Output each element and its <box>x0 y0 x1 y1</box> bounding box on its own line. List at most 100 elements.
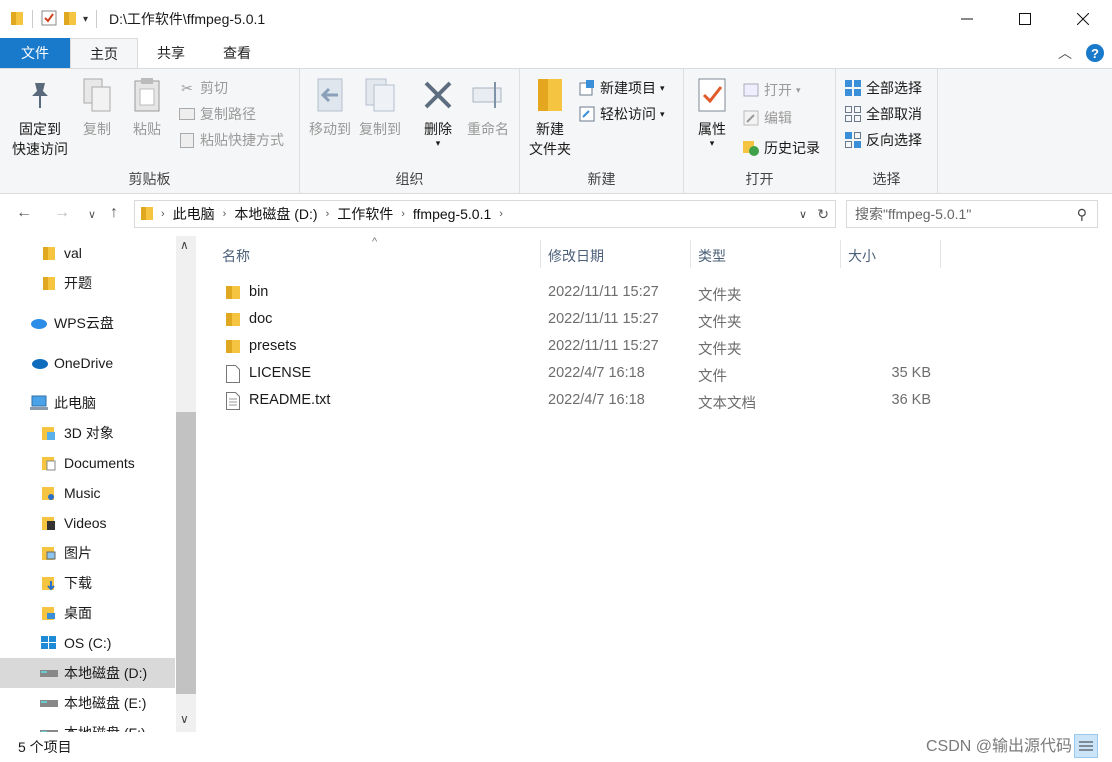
scroll-up-icon[interactable]: ∧ <box>180 238 189 252</box>
tab-home[interactable]: 主页 <box>70 38 138 68</box>
column-header-name[interactable]: 名称 <box>222 246 250 266</box>
properties-dropdown-icon[interactable]: ▾ <box>710 139 715 148</box>
new-folder-button[interactable]: 新建 文件夹 <box>526 75 574 159</box>
back-arrow-icon[interactable]: ← <box>16 204 32 222</box>
breadcrumb-work-software[interactable]: 工作软件 <box>337 204 393 224</box>
folder-icon <box>141 205 153 224</box>
paste-shortcut-button[interactable]: 粘贴快捷方式 <box>178 129 284 151</box>
drive-icon <box>40 724 58 732</box>
drive-icon <box>40 664 58 682</box>
rename-icon <box>470 75 506 115</box>
navigation-pane: val 开题 WPS云盘 OneDrive 此电脑 3D 对象 Document… <box>0 236 196 732</box>
column-header-date[interactable]: 修改日期 <box>548 246 604 266</box>
customize-dropdown-icon[interactable]: ▾ <box>83 14 88 25</box>
nav-item-wps-cloud[interactable]: WPS云盘 <box>0 308 175 338</box>
nav-item-pictures[interactable]: 图片 <box>0 538 175 568</box>
easy-access-button[interactable]: 轻松访问 ▾ <box>578 103 665 125</box>
collapse-ribbon-icon[interactable]: ︿ <box>1058 43 1072 63</box>
videos-icon <box>40 514 58 532</box>
nav-item-videos[interactable]: Videos <box>0 508 175 538</box>
cut-button[interactable]: ✂ 剪切 <box>178 77 228 99</box>
close-button[interactable] <box>1054 0 1112 38</box>
breadcrumb-chevron-icon[interactable]: › <box>161 208 165 220</box>
history-button[interactable]: 历史记录 <box>742 137 820 159</box>
open-button[interactable]: 打开 ▾ <box>742 79 801 101</box>
details-view-icon[interactable] <box>1074 734 1098 758</box>
table-row[interactable]: LICENSE 2022/4/7 16:18 文件 35 KB <box>216 360 936 387</box>
search-icon[interactable]: ⚲ <box>1077 206 1087 223</box>
nav-item-this-pc[interactable]: 此电脑 <box>0 388 175 418</box>
search-input[interactable]: 搜索"ffmpeg-5.0.1" ⚲ <box>846 200 1098 228</box>
edit-button[interactable]: 编辑 <box>742 107 792 129</box>
forward-arrow-icon[interactable]: → <box>54 204 70 222</box>
title-bar: ▾ D:\工作软件\ffmpeg-5.0.1 <box>0 0 1112 38</box>
scissors-icon: ✂ <box>181 79 193 96</box>
copy-path-button[interactable]: 复制路径 <box>178 103 256 125</box>
nav-item-desktop[interactable]: 桌面 <box>0 598 175 628</box>
paste-button[interactable]: 粘贴 <box>126 75 168 139</box>
properties-check-icon[interactable] <box>41 10 57 29</box>
nav-item-3d-objects[interactable]: 3D 对象 <box>0 418 175 448</box>
group-label-clipboard: 剪贴板 <box>128 171 171 187</box>
up-arrow-icon[interactable]: ↑ <box>110 204 118 222</box>
nav-scrollbar-thumb[interactable] <box>176 412 196 694</box>
copy-button[interactable]: 复制 <box>76 75 118 139</box>
properties-button[interactable]: 属性 ▾ <box>690 75 734 148</box>
view-toggle <box>1074 734 1098 758</box>
downloads-icon <box>40 574 58 592</box>
invert-selection-button[interactable]: 反向选择 <box>844 129 922 151</box>
group-label-open: 打开 <box>745 171 774 187</box>
select-none-button[interactable]: 全部取消 <box>844 103 922 125</box>
nav-item-val[interactable]: val <box>0 238 175 268</box>
address-bar[interactable]: › 此电脑 › 本地磁盘 (D:) › 工作软件 › ffmpeg-5.0.1 … <box>134 200 836 228</box>
breadcrumb-chevron-icon[interactable]: › <box>401 208 405 220</box>
table-row[interactable]: bin 2022/11/11 15:27 文件夹 <box>216 279 936 306</box>
select-all-button[interactable]: 全部选择 <box>844 77 922 99</box>
pictures-icon <box>40 544 58 562</box>
tab-file[interactable]: 文件 <box>0 38 70 68</box>
maximize-button[interactable] <box>996 0 1054 38</box>
help-icon[interactable]: ? <box>1086 44 1104 62</box>
breadcrumb-drive-d[interactable]: 本地磁盘 (D:) <box>234 204 317 224</box>
column-header-size[interactable]: 大小 <box>848 246 876 266</box>
nav-item-drive-f[interactable]: 本地磁盘 (F:) <box>0 718 175 732</box>
nav-item-downloads[interactable]: 下载 <box>0 568 175 598</box>
nav-item-documents[interactable]: Documents <box>0 448 175 478</box>
recent-locations-chevron-icon[interactable]: ∨ <box>88 208 96 221</box>
drive-icon <box>40 694 58 712</box>
nav-item-music[interactable]: Music <box>0 478 175 508</box>
scroll-down-icon[interactable]: ∨ <box>180 712 189 726</box>
nav-item-drive-e[interactable]: 本地磁盘 (E:) <box>0 688 175 718</box>
sort-ascending-icon: ^ <box>372 236 378 248</box>
nav-item-drive-d[interactable]: 本地磁盘 (D:) <box>0 658 175 688</box>
rename-button[interactable]: 重命名 <box>462 75 514 139</box>
breadcrumb-chevron-icon[interactable]: › <box>223 208 227 220</box>
onedrive-icon <box>30 354 48 372</box>
breadcrumb-chevron-icon[interactable]: › <box>326 208 330 220</box>
copy-to-button[interactable]: 复制到 <box>356 75 404 139</box>
pin-quick-access-button[interactable]: 固定到 快速访问 <box>8 75 72 159</box>
delete-dropdown-icon[interactable]: ▾ <box>436 139 441 148</box>
table-row[interactable]: README.txt 2022/4/7 16:18 文本文档 36 KB <box>216 387 936 414</box>
new-item-button[interactable]: 新建项目 ▾ <box>578 77 665 99</box>
new-folder-icon[interactable] <box>63 10 77 29</box>
table-row[interactable]: doc 2022/11/11 15:27 文件夹 <box>216 306 936 333</box>
group-open: 属性 ▾ 打开 ▾ 编辑 历史记录 打开 <box>684 69 836 193</box>
copy-path-icon <box>178 105 196 123</box>
breadcrumb-ffmpeg[interactable]: ffmpeg-5.0.1 <box>413 206 491 222</box>
breadcrumb-chevron-icon[interactable]: › <box>499 208 503 220</box>
tab-view[interactable]: 查看 <box>204 38 270 68</box>
column-header-type[interactable]: 类型 <box>698 246 726 266</box>
breadcrumb-this-pc[interactable]: 此电脑 <box>173 204 215 224</box>
folder-icon <box>226 338 240 358</box>
address-history-dropdown-icon[interactable]: ∨ <box>799 208 807 221</box>
move-to-button[interactable]: 移动到 <box>306 75 354 139</box>
refresh-icon[interactable]: ↻ <box>817 206 829 223</box>
table-row[interactable]: presets 2022/11/11 15:27 文件夹 <box>216 333 936 360</box>
nav-item-drive-c[interactable]: OS (C:) <box>0 628 175 658</box>
tab-share[interactable]: 共享 <box>138 38 204 68</box>
nav-item-kaiti[interactable]: 开题 <box>0 268 175 298</box>
minimize-button[interactable] <box>938 0 996 38</box>
nav-item-onedrive[interactable]: OneDrive <box>0 348 175 378</box>
delete-button[interactable]: 删除 ▾ <box>418 75 458 148</box>
